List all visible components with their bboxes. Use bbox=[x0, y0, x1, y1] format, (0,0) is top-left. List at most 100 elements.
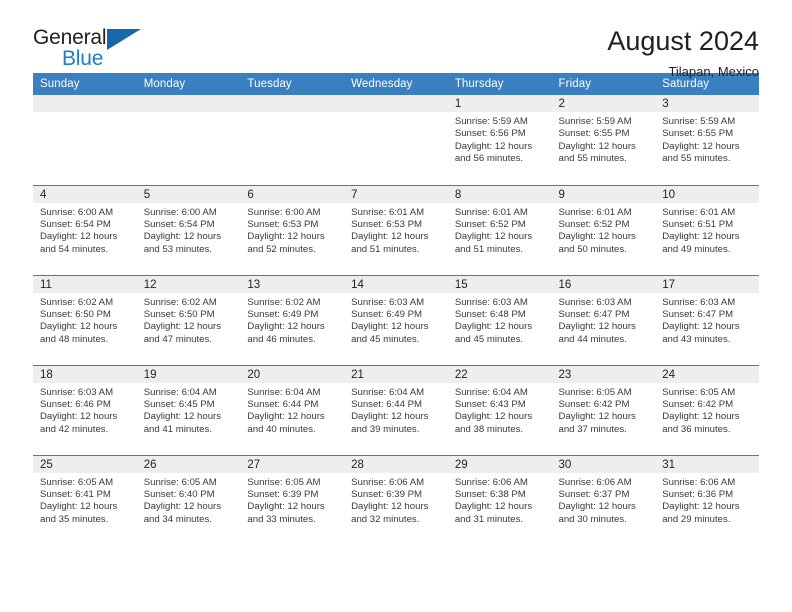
calendar-day-cell[interactable]: 13 Sunrise: 6:02 AM Sunset: 6:49 PM Dayligh… bbox=[240, 274, 345, 365]
day-detail: Sunrise: 6:03 AM Sunset: 6:47 PM Daylight:… bbox=[552, 293, 656, 347]
day-detail: Sunrise: 6:03 AM Sunset: 6:48 PM Daylight:… bbox=[448, 293, 552, 347]
day-detail: Sunrise: 5:59 AM Sunset: 6:55 PM Daylight:… bbox=[552, 112, 656, 166]
calendar-day-cell[interactable]: 8 Sunrise: 6:01 AM Sunset: 6:52 PM Daylight… bbox=[447, 184, 552, 275]
day-number: 16 bbox=[551, 275, 656, 293]
calendar-day-cell[interactable]: 10 Sunrise: 6:01 AM Sunset: 6:51 PM Dayligh… bbox=[655, 184, 759, 275]
daylight-duration-line1: Daylight: 12 hours bbox=[143, 231, 222, 243]
daylight-duration-line1: Daylight: 12 hours bbox=[662, 411, 740, 423]
sunrise-time: Sunrise: 5:59 AM bbox=[558, 116, 632, 127]
calendar-day-cell[interactable]: 17 Sunrise: 6:03 AM Sunset: 6:47 PM Dayligh… bbox=[655, 274, 759, 365]
calendar-day-cell[interactable]: 12 Sunrise: 6:02 AM Sunset: 6:50 PM Dayligh… bbox=[136, 274, 241, 365]
day-number: 12 bbox=[136, 275, 241, 293]
daylight-duration-line1: Daylight: 12 hours bbox=[454, 411, 533, 423]
daylight-duration-line2: and 54 minutes. bbox=[40, 243, 109, 255]
calendar-day-cell[interactable]: 16 Sunrise: 6:03 AM Sunset: 6:47 PM Dayligh… bbox=[551, 274, 656, 365]
calendar-day-cell[interactable]: 30 Sunrise: 6:06 AM Sunset: 6:37 PM Dayligh… bbox=[551, 454, 656, 545]
daylight-duration-line1: Daylight: 12 hours bbox=[662, 321, 740, 333]
calendar-day-cell[interactable]: 31 Sunrise: 6:06 AM Sunset: 6:36 PM Dayligh… bbox=[655, 454, 759, 545]
daylight-duration-line2: and 56 minutes. bbox=[454, 153, 524, 165]
calendar-day-cell[interactable]: 23 Sunrise: 6:05 AM Sunset: 6:42 PM Dayligh… bbox=[551, 364, 656, 455]
sunset-time: Sunset: 6:53 PM bbox=[247, 218, 319, 230]
sunrise-time: Sunrise: 6:01 AM bbox=[351, 206, 425, 218]
calendar-day-cell[interactable]: 5 Sunrise: 6:00 AM Sunset: 6:54 PM Daylight… bbox=[136, 184, 241, 275]
day-number: 13 bbox=[240, 275, 345, 293]
day-number: 31 bbox=[655, 455, 759, 473]
sunset-time: Sunset: 6:55 PM bbox=[558, 128, 630, 140]
daylight-duration-line1: Daylight: 12 hours bbox=[558, 140, 636, 152]
dow-header-tuesday: Tuesday bbox=[240, 73, 345, 95]
calendar-day-cell-empty bbox=[136, 95, 241, 185]
daylight-duration-line1: Daylight: 12 hours bbox=[558, 321, 636, 333]
calendar-day-cell[interactable]: 22 Sunrise: 6:04 AM Sunset: 6:43 PM Dayligh… bbox=[447, 364, 552, 455]
daylight-duration-line1: Daylight: 12 hours bbox=[454, 321, 533, 333]
sunrise-time: Sunrise: 6:00 AM bbox=[143, 206, 217, 218]
generalblue-logo[interactable]: General Blue bbox=[33, 26, 151, 72]
calendar-day-cell[interactable]: 7 Sunrise: 6:01 AM Sunset: 6:53 PM Daylight… bbox=[344, 184, 448, 275]
dow-header-sunday: Sunday bbox=[33, 73, 137, 95]
daylight-duration-line2: and 32 minutes. bbox=[351, 513, 420, 525]
calendar-day-cell[interactable]: 26 Sunrise: 6:05 AM Sunset: 6:40 PM Dayligh… bbox=[136, 454, 241, 545]
sunrise-time: Sunrise: 6:06 AM bbox=[558, 476, 632, 488]
sunset-time: Sunset: 6:39 PM bbox=[351, 488, 423, 500]
day-detail: Sunrise: 6:05 AM Sunset: 6:42 PM Daylight:… bbox=[655, 383, 759, 437]
day-number bbox=[136, 95, 241, 112]
daylight-duration-line1: Daylight: 12 hours bbox=[558, 411, 636, 423]
calendar-day-cell[interactable]: 28 Sunrise: 6:06 AM Sunset: 6:39 PM Dayligh… bbox=[344, 454, 448, 545]
day-detail: Sunrise: 6:06 AM Sunset: 6:39 PM Daylight:… bbox=[344, 473, 448, 527]
calendar-day-cell[interactable]: 18 Sunrise: 6:03 AM Sunset: 6:46 PM Dayligh… bbox=[33, 364, 137, 455]
calendar-day-cell[interactable]: 24 Sunrise: 6:05 AM Sunset: 6:42 PM Dayligh… bbox=[655, 364, 759, 455]
sunset-time: Sunset: 6:47 PM bbox=[662, 308, 734, 320]
sunrise-time: Sunrise: 6:05 AM bbox=[247, 476, 321, 488]
calendar-day-cell[interactable]: 11 Sunrise: 6:02 AM Sunset: 6:50 PM Dayligh… bbox=[33, 274, 137, 365]
sunset-time: Sunset: 6:49 PM bbox=[247, 308, 319, 320]
daylight-duration-line2: and 40 minutes. bbox=[247, 423, 316, 435]
day-detail: Sunrise: 6:04 AM Sunset: 6:45 PM Daylight:… bbox=[137, 383, 241, 437]
calendar-day-cell[interactable]: 21 Sunrise: 6:04 AM Sunset: 6:44 PM Dayligh… bbox=[344, 364, 448, 455]
sunset-time: Sunset: 6:50 PM bbox=[143, 308, 215, 320]
calendar-day-cell[interactable]: 14 Sunrise: 6:03 AM Sunset: 6:49 PM Dayligh… bbox=[344, 274, 448, 365]
day-number: 18 bbox=[33, 365, 137, 383]
title-block: August 2024 Tilapan, Mexico bbox=[607, 26, 759, 80]
calendar-week-row: 25 Sunrise: 6:05 AM Sunset: 6:41 PM Dayligh… bbox=[33, 454, 759, 545]
sunrise-sunset-calendar: Sunday Monday Tuesday Wednesday Thursday… bbox=[33, 73, 759, 545]
calendar-day-cell[interactable]: 15 Sunrise: 6:03 AM Sunset: 6:48 PM Dayligh… bbox=[447, 274, 552, 365]
sunset-time: Sunset: 6:51 PM bbox=[662, 218, 734, 230]
day-number: 21 bbox=[344, 365, 448, 383]
calendar-day-cell[interactable]: 29 Sunrise: 6:06 AM Sunset: 6:38 PM Dayligh… bbox=[447, 454, 552, 545]
calendar-day-cell[interactable]: 2 Sunrise: 5:59 AM Sunset: 6:55 PM Daylight… bbox=[551, 95, 656, 185]
day-number: 5 bbox=[136, 185, 241, 203]
calendar-day-cell[interactable]: 20 Sunrise: 6:04 AM Sunset: 6:44 PM Dayligh… bbox=[240, 364, 345, 455]
sunset-time: Sunset: 6:48 PM bbox=[454, 308, 526, 320]
day-detail: Sunrise: 6:06 AM Sunset: 6:36 PM Daylight:… bbox=[655, 473, 759, 527]
calendar-day-cell[interactable]: 4 Sunrise: 6:00 AM Sunset: 6:54 PM Daylight… bbox=[33, 184, 137, 275]
calendar-day-cell[interactable]: 3 Sunrise: 5:59 AM Sunset: 6:55 PM Daylight… bbox=[655, 95, 759, 185]
calendar-day-cell[interactable]: 27 Sunrise: 6:05 AM Sunset: 6:39 PM Dayligh… bbox=[240, 454, 345, 545]
calendar-week-row: 4 Sunrise: 6:00 AM Sunset: 6:54 PM Daylight… bbox=[33, 184, 759, 275]
day-number: 4 bbox=[33, 185, 137, 203]
daylight-duration-line2: and 36 minutes. bbox=[662, 423, 731, 435]
day-number: 2 bbox=[551, 95, 656, 112]
sunset-time: Sunset: 6:40 PM bbox=[143, 488, 215, 500]
daylight-duration-line1: Daylight: 12 hours bbox=[662, 231, 740, 243]
daylight-duration-line2: and 35 minutes. bbox=[40, 513, 109, 525]
daylight-duration-line2: and 53 minutes. bbox=[143, 243, 212, 255]
sunset-time: Sunset: 6:43 PM bbox=[454, 398, 526, 410]
daylight-duration-line1: Daylight: 12 hours bbox=[662, 140, 740, 152]
day-number: 29 bbox=[447, 455, 552, 473]
daylight-duration-line2: and 46 minutes. bbox=[247, 333, 316, 345]
daylight-duration-line1: Daylight: 12 hours bbox=[351, 501, 429, 513]
daylight-duration-line1: Daylight: 12 hours bbox=[40, 501, 118, 513]
daylight-duration-line1: Daylight: 12 hours bbox=[247, 501, 325, 513]
day-number: 27 bbox=[240, 455, 345, 473]
calendar-day-cell[interactable]: 9 Sunrise: 6:01 AM Sunset: 6:52 PM Daylight… bbox=[551, 184, 656, 275]
sunrise-time: Sunrise: 6:03 AM bbox=[662, 296, 736, 308]
day-detail: Sunrise: 6:01 AM Sunset: 6:52 PM Daylight:… bbox=[448, 203, 552, 257]
sunrise-time: Sunrise: 6:06 AM bbox=[454, 476, 528, 488]
day-number: 25 bbox=[33, 455, 137, 473]
calendar-day-cell[interactable]: 1 Sunrise: 5:59 AM Sunset: 6:56 PM Daylight… bbox=[447, 95, 552, 185]
calendar-day-cell[interactable]: 6 Sunrise: 6:00 AM Sunset: 6:53 PM Daylight… bbox=[240, 184, 345, 275]
sunrise-time: Sunrise: 6:03 AM bbox=[40, 386, 114, 398]
sunset-time: Sunset: 6:46 PM bbox=[40, 398, 111, 410]
calendar-day-cell[interactable]: 19 Sunrise: 6:04 AM Sunset: 6:45 PM Dayligh… bbox=[136, 364, 241, 455]
calendar-day-cell[interactable]: 25 Sunrise: 6:05 AM Sunset: 6:41 PM Dayligh… bbox=[33, 454, 137, 545]
